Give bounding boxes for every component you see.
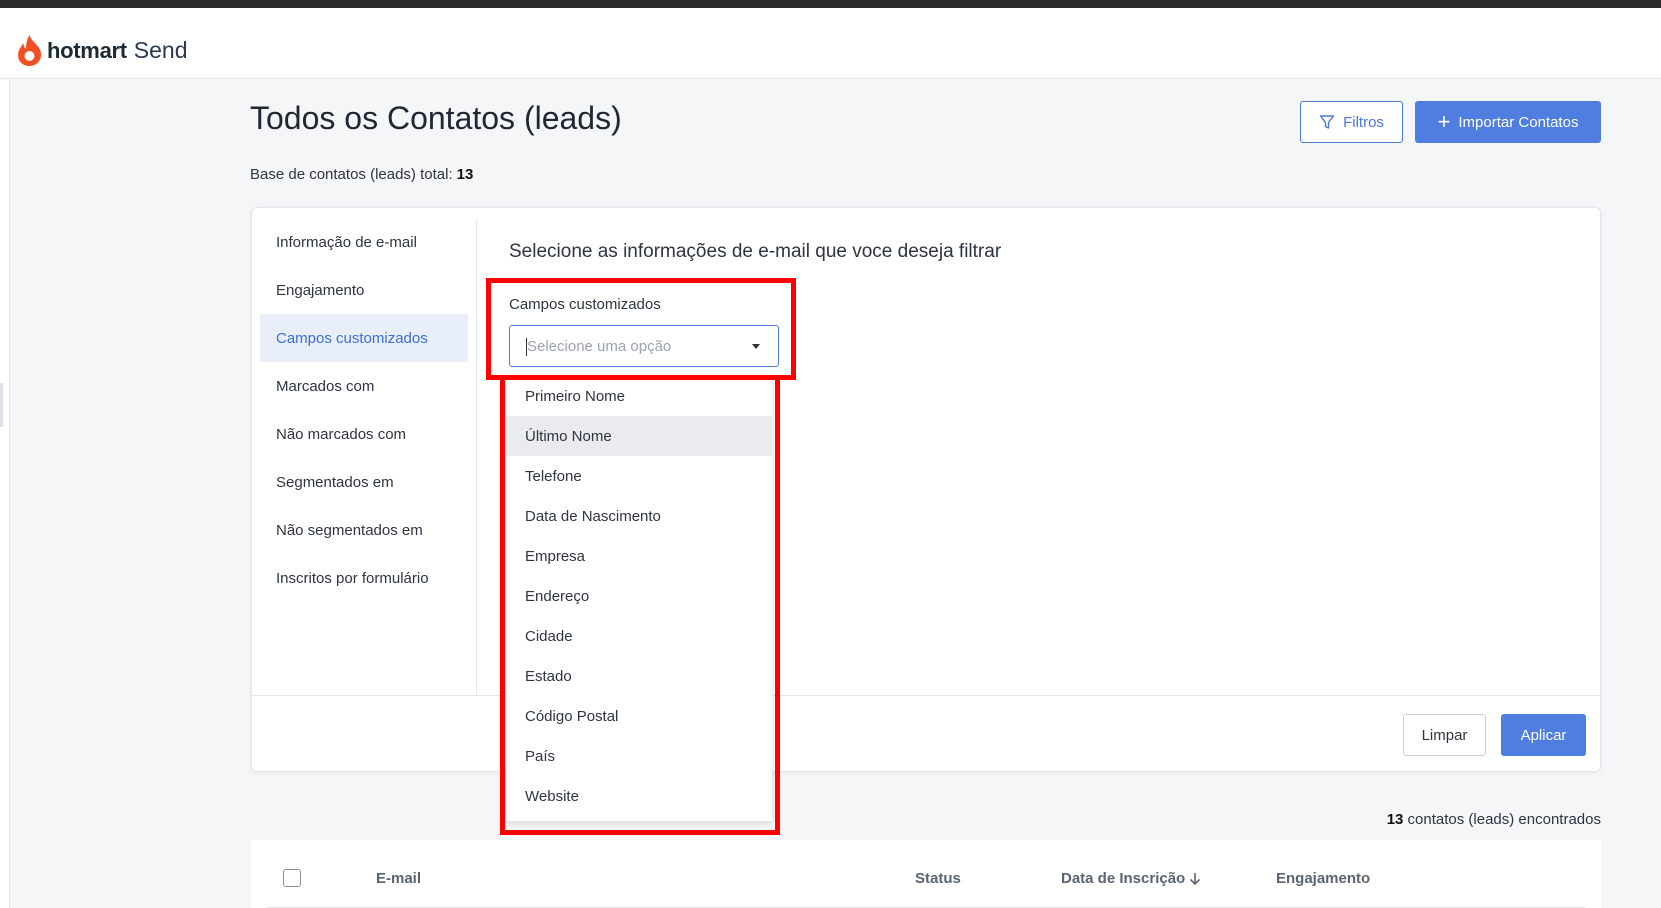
contacts-table: E-mail Status Data de Inscrição Engajame… bbox=[251, 840, 1601, 908]
left-sidebar bbox=[0, 80, 10, 908]
column-data-inscricao[interactable]: Data de Inscrição bbox=[1061, 870, 1201, 887]
filter-panel: Informação de e-mail Engajamento Campos … bbox=[251, 207, 1601, 772]
limpar-button[interactable]: Limpar bbox=[1403, 714, 1486, 756]
filtros-label: Filtros bbox=[1343, 113, 1384, 131]
option-website[interactable]: Website bbox=[506, 776, 772, 816]
total-label-text: Base de contatos (leads) total: bbox=[250, 166, 453, 183]
menu-item-nao-marcados-com[interactable]: Não marcados com bbox=[260, 410, 468, 458]
hotmart-send-logo[interactable]: hotmart Send bbox=[16, 34, 188, 67]
column-engajamento[interactable]: Engajamento bbox=[1276, 870, 1370, 887]
sidebar-indicator bbox=[0, 383, 3, 427]
results-count-value: 13 bbox=[1386, 811, 1404, 828]
page-title: Todos os Contatos (leads) bbox=[250, 100, 622, 136]
menu-item-nao-segmentados-em[interactable]: Não segmentados em bbox=[260, 506, 468, 554]
campos-dropdown-list: Primeiro Nome Último Nome Telefone Data … bbox=[506, 376, 772, 821]
importar-contatos-button[interactable]: + Importar Contatos bbox=[1415, 101, 1601, 143]
option-primeiro-nome[interactable]: Primeiro Nome bbox=[506, 376, 772, 416]
panel-divider-vertical bbox=[476, 220, 477, 695]
select-placeholder: Selecione uma opção bbox=[527, 338, 672, 355]
flame-icon bbox=[18, 35, 42, 66]
option-cidade[interactable]: Cidade bbox=[506, 616, 772, 656]
menu-item-inscritos-formulario[interactable]: Inscritos por formulário bbox=[260, 554, 468, 602]
results-count-suffix: contatos (leads) encontrados bbox=[1407, 811, 1601, 828]
aplicar-button[interactable]: Aplicar bbox=[1501, 714, 1586, 756]
total-contacts-label: Base de contatos (leads) total: 13 bbox=[250, 166, 473, 183]
column-status[interactable]: Status bbox=[915, 870, 961, 887]
option-data-nascimento[interactable]: Data de Nascimento bbox=[506, 496, 772, 536]
top-strip bbox=[0, 0, 1661, 8]
option-codigo-postal[interactable]: Código Postal bbox=[506, 696, 772, 736]
filter-icon bbox=[1319, 115, 1335, 129]
results-count: 13 contatos (leads) encontrados bbox=[1387, 811, 1601, 828]
importar-label: Importar Contatos bbox=[1458, 113, 1579, 131]
campos-customizados-label: Campos customizados bbox=[509, 296, 661, 313]
column-email[interactable]: E-mail bbox=[376, 870, 421, 887]
option-estado[interactable]: Estado bbox=[506, 656, 772, 696]
campos-customizados-select[interactable]: Selecione uma opção bbox=[509, 325, 779, 367]
panel-divider-horizontal bbox=[252, 695, 1600, 696]
option-pais[interactable]: País bbox=[506, 736, 772, 776]
select-all-checkbox[interactable] bbox=[283, 869, 301, 887]
menu-item-marcados-com[interactable]: Marcados com bbox=[260, 362, 468, 410]
arrow-down-icon bbox=[1190, 872, 1201, 885]
plus-icon: + bbox=[1437, 109, 1451, 134]
option-telefone[interactable]: Telefone bbox=[506, 456, 772, 496]
menu-item-engajamento[interactable]: Engajamento bbox=[260, 266, 468, 314]
menu-item-segmentados-em[interactable]: Segmentados em bbox=[260, 458, 468, 506]
column-data-inscricao-label: Data de Inscrição bbox=[1061, 870, 1186, 887]
app-header: hotmart Send bbox=[0, 8, 1661, 79]
option-empresa[interactable]: Empresa bbox=[506, 536, 772, 576]
filter-category-menu: Informação de e-mail Engajamento Campos … bbox=[260, 218, 468, 602]
filtros-button[interactable]: Filtros bbox=[1300, 101, 1403, 143]
option-endereco[interactable]: Endereço bbox=[506, 576, 772, 616]
menu-item-informacao-email[interactable]: Informação de e-mail bbox=[260, 218, 468, 266]
menu-item-campos-customizados[interactable]: Campos customizados bbox=[260, 314, 468, 362]
logo-wordmark: hotmart bbox=[47, 37, 127, 63]
logo-product: Send bbox=[133, 37, 188, 63]
option-ultimo-nome[interactable]: Último Nome bbox=[506, 416, 772, 456]
panel-heading: Selecione as informações de e-mail que v… bbox=[509, 241, 1002, 262]
caret-down-icon bbox=[752, 344, 760, 349]
total-value: 13 bbox=[456, 166, 474, 183]
